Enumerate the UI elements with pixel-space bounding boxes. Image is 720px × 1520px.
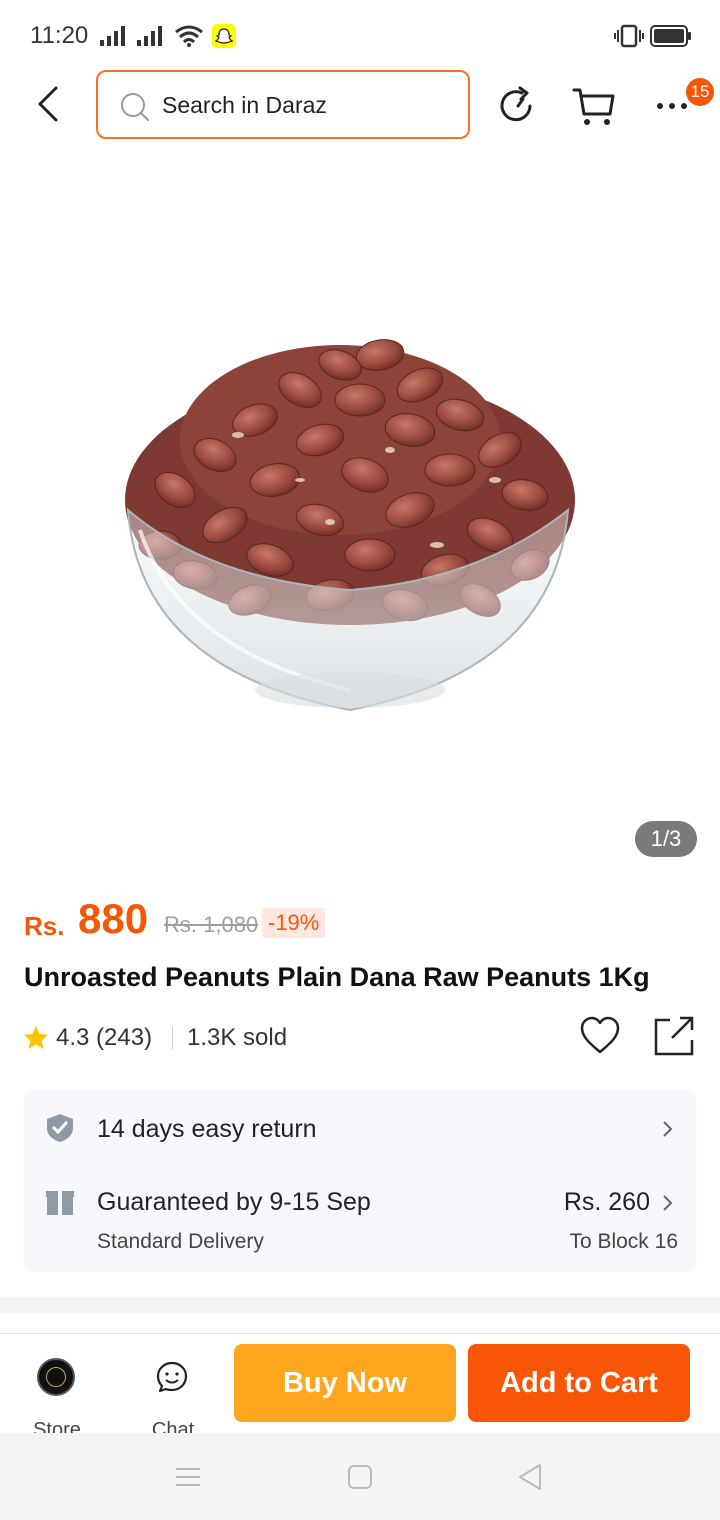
snapchat-icon: [212, 24, 236, 48]
status-bar: 11:20: [0, 0, 720, 70]
search-input[interactable]: Search in Daraz: [96, 70, 470, 139]
refresh-icon[interactable]: [496, 84, 540, 128]
back-nav-icon[interactable]: [514, 1461, 546, 1493]
bottom-action-bar: Store Chat Buy Now Add to Cart: [0, 1333, 720, 1441]
chat-button[interactable]: Chat: [138, 1354, 208, 1441]
shield-check-icon: [47, 1114, 73, 1142]
sold-count: 1.3K sold: [187, 1024, 288, 1051]
product-image[interactable]: [0, 150, 720, 870]
delivery-guarantee: Guaranteed by 9-15 Sep: [97, 1188, 371, 1216]
return-policy-text: 14 days easy return: [97, 1115, 317, 1143]
currency-label: Rs.: [24, 911, 65, 941]
system-nav-bar: [0, 1433, 720, 1520]
delivery-type: Standard Delivery: [97, 1230, 264, 1253]
rating-row: 4.3 (243) 1.3K sold: [22, 1016, 712, 1056]
add-to-cart-button[interactable]: Add to Cart: [468, 1344, 690, 1422]
current-price: 880: [78, 895, 149, 942]
star-icon: [24, 1026, 48, 1049]
home-icon[interactable]: [344, 1461, 376, 1493]
chevron-right-icon: [663, 1195, 673, 1211]
chevron-right-icon: [663, 1121, 673, 1137]
divider: [172, 1027, 173, 1049]
signal-icon-2: [137, 26, 162, 46]
back-icon[interactable]: [28, 80, 72, 128]
buy-now-button[interactable]: Buy Now: [234, 1344, 456, 1422]
vibrate-icon: [614, 24, 644, 48]
price-row: Rs. 880 Rs. 1,080 -19%: [24, 895, 704, 947]
share-icon[interactable]: [652, 1014, 696, 1058]
cart-icon[interactable]: [572, 84, 616, 128]
discount-badge: -19%: [262, 908, 326, 938]
peanut-bowl-illustration: [125, 339, 575, 712]
delivery-fee: Rs. 260: [563, 1188, 650, 1216]
search-placeholder: Search in Daraz: [162, 92, 327, 118]
store-button[interactable]: Store: [22, 1354, 92, 1441]
signal-icon: [100, 26, 125, 46]
delivery-location: To Block 16: [569, 1230, 678, 1253]
cart-badge: 15: [686, 78, 714, 106]
search-icon: [121, 93, 149, 121]
section-divider: [0, 1297, 720, 1313]
store-logo: [37, 1358, 75, 1396]
heart-icon[interactable]: [578, 1014, 622, 1058]
battery-icon: [650, 25, 691, 47]
product-title: Unroasted Peanuts Plain Dana Raw Peanuts…: [24, 962, 650, 992]
package-icon: [46, 1191, 74, 1215]
status-time: 11:20: [30, 22, 89, 49]
chat-icon: [156, 1361, 188, 1393]
original-price: Rs. 1,080: [164, 912, 259, 937]
image-counter: 1/3: [635, 821, 697, 857]
rating-value[interactable]: 4.3 (243): [56, 1024, 152, 1052]
wifi-icon: [175, 25, 203, 47]
return-policy-row[interactable]: 14 days easy return: [24, 1090, 696, 1166]
service-info-card: 14 days easy return Guaranteed by 9-15 S…: [24, 1090, 696, 1272]
menu-icon[interactable]: [172, 1461, 204, 1493]
delivery-row[interactable]: Guaranteed by 9-15 Sep Standard Delivery…: [24, 1170, 696, 1270]
